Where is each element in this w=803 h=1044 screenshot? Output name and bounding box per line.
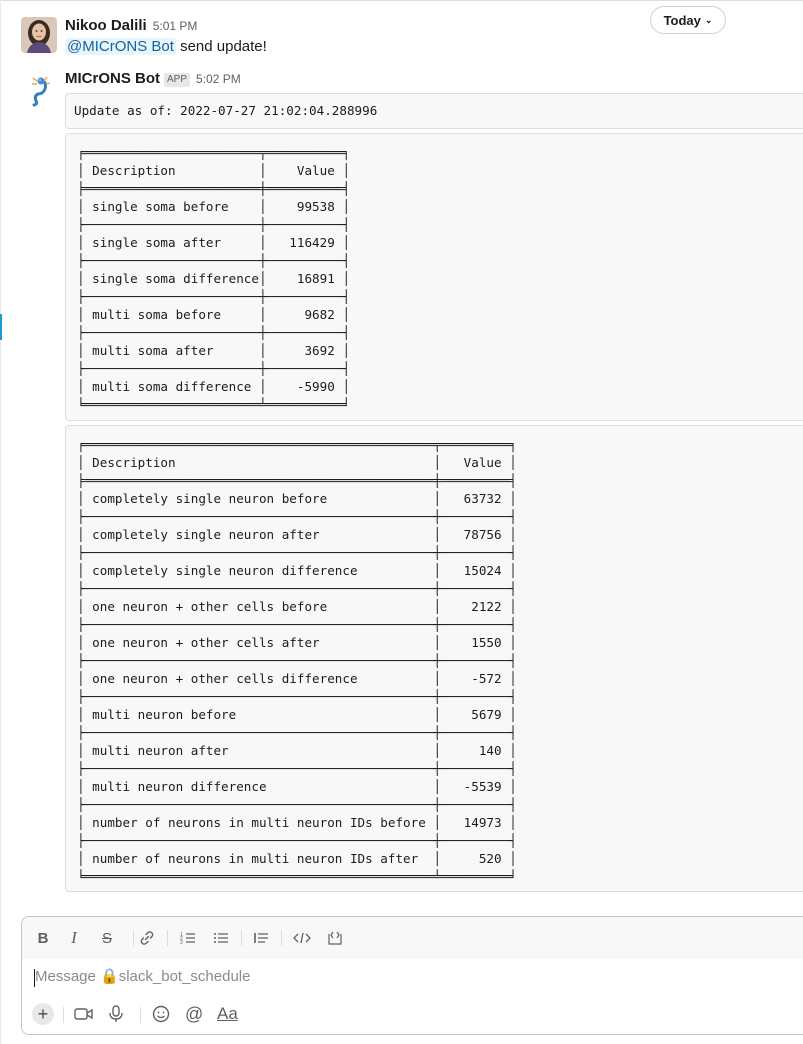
message-composer: B I S 123 Message 🔒slack_bot_schedule + bbox=[21, 916, 803, 1035]
formatting-toolbar: B I S 123 bbox=[22, 917, 803, 959]
avatar-microns-bot[interactable] bbox=[21, 72, 57, 108]
mention-icon[interactable]: @ bbox=[185, 1003, 203, 1025]
toolbar-separator bbox=[140, 1007, 141, 1023]
strikethrough-icon[interactable]: S bbox=[98, 928, 116, 948]
soma-table-block: ╒═══════════════════════╤══════════╕ │ D… bbox=[65, 133, 803, 421]
message-nikoo: Nikoo Dalili 5:01 PM @MICrONS Bot send up… bbox=[65, 16, 267, 58]
message-input[interactable]: Message 🔒slack_bot_schedule bbox=[35, 967, 250, 985]
plus-icon[interactable]: + bbox=[32, 1003, 54, 1025]
bold-icon[interactable]: B bbox=[34, 928, 52, 948]
emoji-icon[interactable] bbox=[152, 1003, 170, 1025]
toolbar-separator bbox=[281, 930, 282, 946]
chevron-down-icon: ⌄ bbox=[704, 14, 713, 25]
timestamp[interactable]: 5:02 PM bbox=[196, 72, 241, 86]
top-divider bbox=[0, 0, 803, 1]
message-text: @MICrONS Bot send update! bbox=[65, 36, 267, 58]
message-body: send update! bbox=[175, 38, 267, 55]
update-line: Update as of: 2022-07-27 21:02:04.288996 bbox=[74, 103, 378, 118]
soma-table: ╒═══════════════════════╤══════════╕ │ D… bbox=[77, 145, 350, 412]
timestamp[interactable]: 5:01 PM bbox=[153, 19, 198, 33]
neuron-table-block: ╒═══════════════════════════════════════… bbox=[65, 425, 803, 892]
neuron-table: ╒═══════════════════════════════════════… bbox=[77, 437, 517, 884]
microphone-icon[interactable] bbox=[108, 1003, 124, 1025]
toolbar-separator bbox=[241, 930, 242, 946]
message-bot-header: MICrONS Bot APP 5:02 PM bbox=[65, 70, 241, 88]
code-icon[interactable] bbox=[293, 928, 311, 948]
italic-icon[interactable]: I bbox=[65, 928, 83, 948]
blockquote-icon[interactable] bbox=[252, 928, 270, 948]
ordered-list-icon[interactable]: 123 bbox=[179, 928, 197, 948]
update-code-block: Update as of: 2022-07-27 21:02:04.288996 bbox=[65, 93, 803, 129]
toolbar-separator bbox=[63, 1007, 64, 1023]
sender-name[interactable]: MICrONS Bot bbox=[65, 70, 160, 87]
mention-link[interactable]: @MICrONS Bot bbox=[65, 38, 176, 55]
link-icon[interactable] bbox=[138, 928, 156, 948]
scroll-marker bbox=[0, 314, 2, 340]
toolbar-separator bbox=[133, 930, 134, 946]
composer-actions: + @ Aa bbox=[22, 1003, 803, 1033]
date-divider-button[interactable]: Today ⌄ bbox=[650, 6, 726, 34]
avatar-nikoo[interactable] bbox=[21, 17, 57, 53]
svg-text:3: 3 bbox=[180, 940, 183, 946]
text-format-icon[interactable]: Aa bbox=[217, 1003, 238, 1025]
toolbar-separator bbox=[167, 930, 168, 946]
date-divider-label: Today bbox=[663, 12, 701, 28]
bulleted-list-icon[interactable] bbox=[212, 928, 230, 948]
sender-name[interactable]: Nikoo Dalili bbox=[65, 17, 147, 34]
app-badge: APP bbox=[164, 73, 191, 87]
left-border bbox=[0, 0, 1, 1044]
video-icon[interactable] bbox=[74, 1003, 94, 1025]
code-block-icon[interactable] bbox=[326, 928, 344, 948]
